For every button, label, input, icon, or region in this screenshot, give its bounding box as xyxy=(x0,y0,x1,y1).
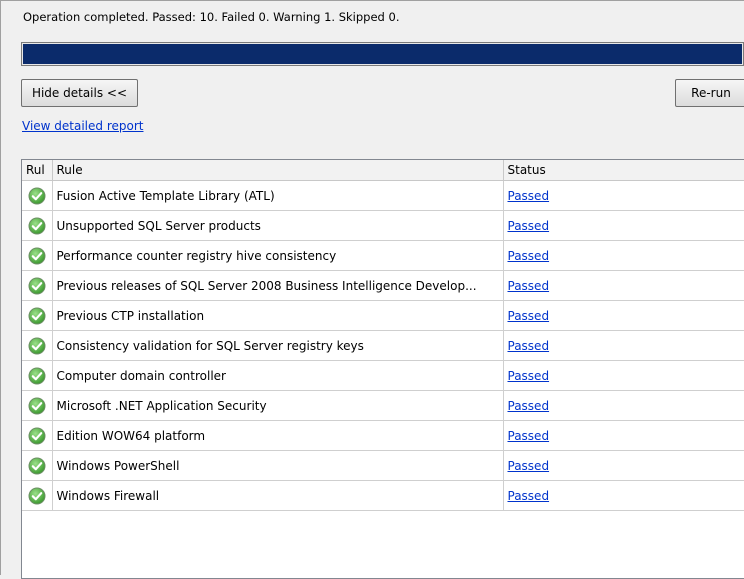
rule-name-cell: Fusion Active Template Library (ATL) xyxy=(52,180,504,211)
check-circle-icon xyxy=(28,187,46,205)
rule-status-cell: Passed xyxy=(503,450,744,481)
rule-name-cell: Performance counter registry hive consis… xyxy=(52,240,504,271)
rule-name-cell: Computer domain controller xyxy=(52,360,504,391)
rule-name-cell: Windows PowerShell xyxy=(52,450,504,481)
rule-status-cell: Passed xyxy=(503,390,744,421)
status-passed-link[interactable]: Passed xyxy=(508,219,550,233)
rule-status-cell: Passed xyxy=(503,210,744,241)
status-passed-link[interactable]: Passed xyxy=(508,189,550,203)
check-circle-icon xyxy=(28,217,46,235)
rule-status-icon-cell xyxy=(22,480,53,511)
rule-status-icon-cell xyxy=(22,270,53,301)
rule-status-icon-cell xyxy=(22,420,53,451)
rule-status-icon-cell xyxy=(22,450,53,481)
rule-name-cell: Previous CTP installation xyxy=(52,300,504,331)
table-row[interactable]: Microsoft .NET Application Security Passe… xyxy=(22,390,744,421)
progress-bar-fill xyxy=(23,44,742,64)
column-header-rule-icon[interactable]: Rul xyxy=(22,160,53,181)
table-row[interactable]: Unsupported SQL Server products Passed xyxy=(22,210,744,241)
rule-status-cell: Passed xyxy=(503,300,744,331)
status-passed-link[interactable]: Passed xyxy=(508,489,550,503)
rule-status-cell: Passed xyxy=(503,270,744,301)
status-passed-link[interactable]: Passed xyxy=(508,399,550,413)
rule-name-cell: Edition WOW64 platform xyxy=(52,420,504,451)
view-detailed-report-link[interactable]: View detailed report xyxy=(22,119,143,133)
rule-name-cell: Unsupported SQL Server products xyxy=(52,210,504,241)
table-row[interactable]: Previous CTP installation Passed xyxy=(22,300,744,331)
table-row[interactable]: Windows PowerShell Passed xyxy=(22,450,744,481)
rule-status-cell: Passed xyxy=(503,240,744,271)
rule-status-cell: Passed xyxy=(503,330,744,361)
rule-status-cell: Passed xyxy=(503,360,744,391)
rule-name-cell: Microsoft .NET Application Security xyxy=(52,390,504,421)
rerun-button[interactable]: Re-run xyxy=(675,79,744,107)
table-row[interactable]: Previous releases of SQL Server 2008 Bus… xyxy=(22,270,744,301)
table-row[interactable]: Fusion Active Template Library (ATL) Pass… xyxy=(22,180,744,211)
column-header-rule[interactable]: Rule xyxy=(52,160,504,181)
status-passed-link[interactable]: Passed xyxy=(508,309,550,323)
rule-status-icon-cell xyxy=(22,390,53,421)
status-passed-link[interactable]: Passed xyxy=(508,279,550,293)
rule-status-icon-cell xyxy=(22,330,53,361)
rule-status-cell: Passed xyxy=(503,180,744,211)
check-circle-icon xyxy=(28,487,46,505)
rule-name-cell: Previous releases of SQL Server 2008 Bus… xyxy=(52,270,504,301)
table-row[interactable]: Edition WOW64 platform Passed xyxy=(22,420,744,451)
rule-status-cell: Passed xyxy=(503,420,744,451)
check-circle-icon xyxy=(28,367,46,385)
rule-status-cell: Passed xyxy=(503,480,744,511)
rule-status-icon-cell xyxy=(22,360,53,391)
check-circle-icon xyxy=(28,397,46,415)
status-passed-link[interactable]: Passed xyxy=(508,339,550,353)
top-border xyxy=(0,0,744,1)
table-row[interactable]: Performance counter registry hive consis… xyxy=(22,240,744,271)
check-circle-icon xyxy=(28,337,46,355)
rule-status-icon-cell xyxy=(22,210,53,241)
status-passed-link[interactable]: Passed xyxy=(508,429,550,443)
check-circle-icon xyxy=(28,307,46,325)
rule-status-icon-cell xyxy=(22,240,53,271)
check-circle-icon xyxy=(28,277,46,295)
check-circle-icon xyxy=(28,457,46,475)
status-passed-link[interactable]: Passed xyxy=(508,369,550,383)
column-header-status[interactable]: Status xyxy=(503,160,744,181)
table-row[interactable]: Windows Firewall Passed xyxy=(22,480,744,511)
table-row[interactable]: Consistency validation for SQL Server re… xyxy=(22,330,744,361)
rules-table: Rul Rule Status Fusion Active Template L… xyxy=(21,159,744,579)
left-border xyxy=(0,0,1,575)
table-header-row: Rul Rule Status xyxy=(22,160,744,181)
status-passed-link[interactable]: Passed xyxy=(508,249,550,263)
status-passed-link[interactable]: Passed xyxy=(508,459,550,473)
rule-status-icon-cell xyxy=(22,180,53,211)
check-circle-icon xyxy=(28,427,46,445)
progress-bar xyxy=(21,42,744,66)
rule-name-cell: Windows Firewall xyxy=(52,480,504,511)
operation-status-text: Operation completed. Passed: 10. Failed … xyxy=(23,10,400,24)
hide-details-button[interactable]: Hide details << xyxy=(21,79,138,107)
rule-status-icon-cell xyxy=(22,300,53,331)
rule-name-cell: Consistency validation for SQL Server re… xyxy=(52,330,504,361)
check-circle-icon xyxy=(28,247,46,265)
table-row[interactable]: Computer domain controller Passed xyxy=(22,360,744,391)
